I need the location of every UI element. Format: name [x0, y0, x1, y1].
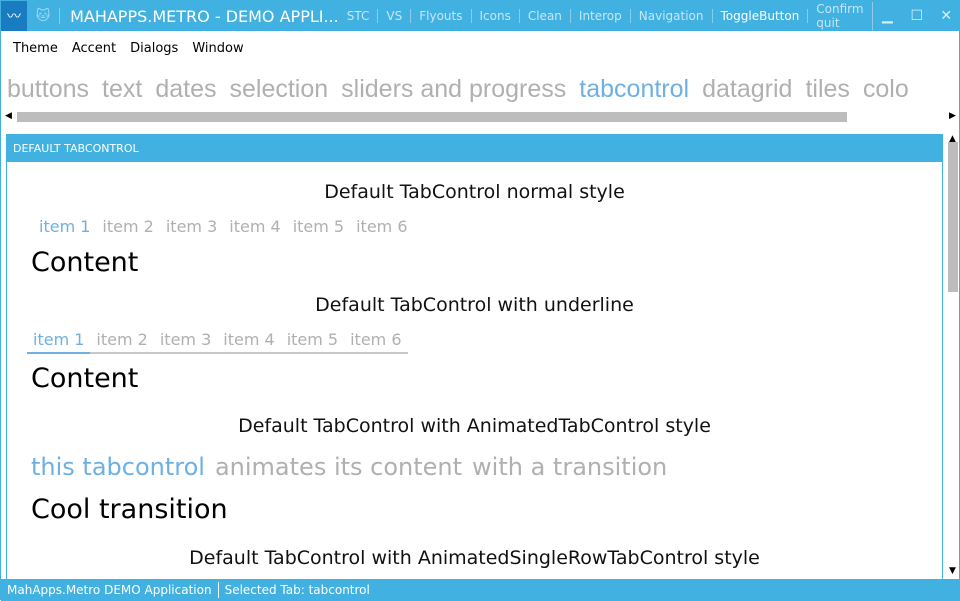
- inner-tab[interactable]: item 5: [287, 217, 350, 236]
- panel-header: DEFAULT TABCONTROL: [7, 135, 942, 162]
- status-app-name: MahApps.Metro DEMO Application: [7, 583, 212, 597]
- inner-tab[interactable]: animates its content: [215, 453, 462, 481]
- tab-datagrid[interactable]: datagrid: [702, 75, 792, 104]
- inner-tab[interactable]: with a transition: [472, 453, 667, 481]
- command-confirm-quit[interactable]: Confirm quit: [808, 2, 873, 30]
- tab-buttons[interactable]: buttons: [7, 75, 89, 104]
- scroll-left-icon[interactable]: ◀: [5, 111, 12, 121]
- inner-tab[interactable]: item 6: [344, 330, 408, 354]
- tab-dates[interactable]: dates: [155, 75, 216, 104]
- section-title: Default TabControl with AnimatedSingleRo…: [189, 547, 760, 569]
- command-interop[interactable]: Interop: [571, 9, 631, 23]
- tab-selection[interactable]: selection: [229, 75, 328, 104]
- maximize-button[interactable]: ☐: [902, 8, 931, 24]
- tab-colo[interactable]: colo: [863, 75, 909, 104]
- window-commands: STC VS Flyouts Icons Clean Interop Navigation T…: [339, 2, 873, 30]
- command-navigation[interactable]: Navigation: [631, 9, 713, 23]
- inner-tab[interactable]: item 2: [96, 217, 159, 236]
- menu-theme[interactable]: Theme: [13, 41, 58, 56]
- minimize-button[interactable]: ▁: [873, 8, 902, 24]
- command-flyouts[interactable]: Flyouts: [411, 9, 472, 23]
- tab-sliders-and-progress[interactable]: sliders and progress: [341, 75, 566, 104]
- vertical-scrollbar[interactable]: ▲ ▼: [945, 134, 960, 579]
- command-vs[interactable]: VS: [378, 9, 412, 23]
- scroll-right-icon[interactable]: ▶: [949, 111, 956, 121]
- normal-tabs: item 1 item 2 item 3 item 4 item 5 item 6: [33, 217, 414, 236]
- section-title: Default TabControl with AnimatedTabContr…: [238, 415, 711, 437]
- inner-tab[interactable]: this tabcontrol: [31, 453, 205, 481]
- tab-text[interactable]: text: [102, 75, 142, 104]
- command-clean[interactable]: Clean: [520, 9, 571, 23]
- close-button[interactable]: ✕: [932, 8, 960, 24]
- tab-tabcontrol[interactable]: tabcontrol: [579, 75, 689, 104]
- inner-tab[interactable]: item 1: [33, 217, 96, 236]
- tabcontrol-panel: DEFAULT TABCONTROL Default TabControl no…: [6, 134, 943, 580]
- tab-content: Cool transition: [31, 494, 228, 525]
- command-icons[interactable]: Icons: [472, 9, 520, 23]
- menu-accent[interactable]: Accent: [72, 41, 116, 56]
- github-icon[interactable]: 🐱: [27, 8, 61, 24]
- inner-tab[interactable]: item 2: [90, 330, 154, 354]
- inner-tab[interactable]: item 5: [280, 330, 345, 354]
- command-stc[interactable]: STC: [339, 9, 379, 23]
- scroll-thumb[interactable]: [17, 112, 847, 122]
- window-title: MAHAPPS.METRO - DEMO APPLI...: [70, 6, 339, 26]
- section-title: Default TabControl normal style: [324, 181, 625, 203]
- inner-tab[interactable]: item 4: [217, 330, 281, 354]
- inner-tab[interactable]: item 3: [153, 330, 218, 354]
- section-title: Default TabControl with underline: [315, 294, 634, 316]
- command-togglebutton[interactable]: ToggleButton: [713, 9, 809, 23]
- inner-tab[interactable]: item 4: [223, 217, 286, 236]
- scroll-down-icon[interactable]: ▼: [949, 566, 956, 576]
- horizontal-scrollbar[interactable]: ◀ ▶: [1, 111, 960, 123]
- inner-tab[interactable]: item 1: [27, 330, 91, 354]
- tab-content: Content: [31, 247, 139, 278]
- status-selected-tab: Selected Tab: tabcontrol: [224, 583, 370, 597]
- animated-tabs: this tabcontrol animates its content with …: [31, 453, 667, 481]
- inner-tab[interactable]: item 6: [350, 217, 413, 236]
- scroll-thumb[interactable]: [948, 142, 958, 292]
- inner-tab[interactable]: item 3: [160, 217, 223, 236]
- mustache-logo-icon[interactable]: 〰: [1, 1, 27, 31]
- underline-tabs: item 1 item 2 item 3 item 4 item 5 item 6: [27, 330, 408, 354]
- menu-window[interactable]: Window: [192, 41, 243, 56]
- title-bar: 〰 🐱 MAHAPPS.METRO - DEMO APPLI... STC VS F…: [1, 1, 960, 31]
- menu-dialogs[interactable]: Dialogs: [130, 41, 178, 56]
- tab-tiles[interactable]: tiles: [805, 75, 849, 104]
- tab-content: Content: [31, 363, 139, 394]
- main-tab-strip: buttons text dates selection sliders and pro…: [7, 75, 909, 104]
- status-bar: MahApps.Metro DEMO Application Selected …: [1, 579, 960, 601]
- menu-bar: Theme Accent Dialogs Window: [13, 41, 244, 56]
